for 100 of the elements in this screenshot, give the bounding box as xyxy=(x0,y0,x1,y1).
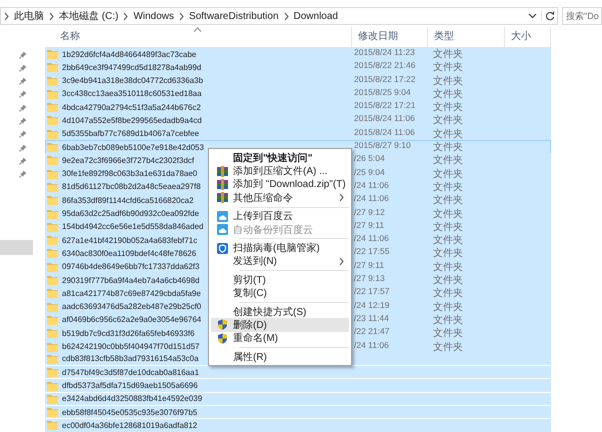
folder-icon xyxy=(47,62,58,72)
pin-icon[interactable] xyxy=(18,50,26,58)
file-name: ec00df04a36bfe128681019a6adfa812 xyxy=(62,420,198,430)
folder-icon xyxy=(47,128,58,139)
file-row[interactable]: d7547bf49c3d5f87de10dcab0a816aa1 xyxy=(45,366,551,380)
file-type: 文件夹 xyxy=(433,262,463,273)
file-name: aadc63693476d5a282eb487e29b25cf0 xyxy=(62,302,202,312)
search-field[interactable]: 搜索"Do xyxy=(562,7,602,25)
folder-icon xyxy=(47,248,58,258)
menu-item[interactable]: 剪切(T) xyxy=(211,273,349,287)
menu-item[interactable]: 其他压缩命令 xyxy=(211,191,349,205)
file-type: 文件夹 xyxy=(433,288,463,300)
folder-icon xyxy=(47,142,58,152)
folder-icon xyxy=(47,235,58,246)
breadcrumb[interactable]: 本地磁盘 (C:) xyxy=(59,9,118,23)
modified-date: /24 12:19 xyxy=(354,300,390,310)
chevron-icon xyxy=(122,12,130,20)
modified-date: 2015/8/24 11:06 xyxy=(354,113,415,124)
pin-icon[interactable] xyxy=(18,130,26,138)
modified-date: /23 11:44 xyxy=(354,312,389,323)
pin-icon[interactable] xyxy=(18,116,26,125)
file-row[interactable]: dfbd5373af5dfa715d69aeb1505a6696 xyxy=(45,379,551,393)
file-type: 文件夹 xyxy=(433,49,463,60)
folder-icon xyxy=(47,407,58,418)
folder-icon xyxy=(47,328,58,338)
pin-icon[interactable] xyxy=(18,104,26,112)
file-name: dfbd5373af5dfa715d69aeb1505a6696 xyxy=(62,381,198,390)
folder-icon xyxy=(47,394,58,404)
file-type: 文件夹 xyxy=(433,115,463,126)
file-name: 4d1047a552e5f8be299565edadb9a4cd xyxy=(62,116,202,125)
books-icon xyxy=(216,178,228,190)
folder-icon xyxy=(47,222,58,232)
file-name: 2bb649ce3f947499cd5d18278a4ab99d xyxy=(62,62,202,72)
modified-date: /24 11:06 xyxy=(354,180,389,190)
shield-icon xyxy=(216,319,228,330)
file-name: 290319f777b6a9f4a4eb7a4a6cb4698d xyxy=(62,276,200,285)
folder-icon xyxy=(47,49,58,59)
file-row[interactable]: e3424abd6d4d3250883fb41e4592e039 xyxy=(45,392,551,406)
menu-item[interactable]: 添加到 "Download.zip"(T) xyxy=(211,178,349,192)
pin-icon[interactable] xyxy=(18,156,26,165)
breadcrumb[interactable]: 此电脑 xyxy=(14,9,44,23)
file-name: af0469b6c956c62a2e9a0e3054e96764 xyxy=(62,315,202,324)
file-name: ebb58f8f45045e0535c935e3076f97b5 xyxy=(62,408,198,417)
menu-item[interactable]: 删除(D) xyxy=(211,318,349,332)
file-name: 1b292d6fcf4a4d84664489f3ac73cabe xyxy=(62,50,196,58)
folder-icon xyxy=(47,195,58,206)
modified-date: /27 9:11 xyxy=(354,260,384,270)
modified-date: /26 5:04 xyxy=(354,153,385,164)
modified-date: /24 11:06 xyxy=(354,340,389,350)
file-type: 文件夹 xyxy=(433,102,463,114)
menu-item[interactable]: 复制(C) xyxy=(211,286,349,300)
refresh-icon[interactable] xyxy=(541,11,555,21)
file-name: 30fe1fe892f98c063b3a1e631da78ae0 xyxy=(62,169,198,178)
shield-icon xyxy=(216,242,228,254)
address-bar[interactable]: 此电脑 本地磁盘 (C:) Windows SoftwareDistribution Download xyxy=(0,7,558,25)
folder-icon xyxy=(47,354,58,364)
pin-icon[interactable] xyxy=(18,64,26,72)
file-type: 文件夹 xyxy=(433,208,463,220)
file-row[interactable]: 4d1047a552e5f8be299565edadb9a4cd 2015/8/24 11:06 文件夹 xyxy=(45,113,551,128)
file-type: 文件夹 xyxy=(433,88,463,100)
file-row[interactable]: ec00df04a36bfe128681019a6adfa812 xyxy=(45,419,551,432)
file-type: 文件夹 xyxy=(433,76,463,87)
breadcrumb[interactable]: Download xyxy=(294,10,338,22)
breadcrumb[interactable]: Windows xyxy=(133,10,174,22)
dropdown-icon[interactable] xyxy=(528,13,537,19)
cloud-icon xyxy=(216,210,228,222)
folder-icon xyxy=(47,115,58,126)
pin-icon[interactable] xyxy=(18,77,26,86)
nav-highlight xyxy=(0,240,33,255)
pin-icon[interactable] xyxy=(18,144,26,152)
folder-icon xyxy=(47,102,58,112)
modified-date: 2015/8/22 17:21 xyxy=(354,100,416,110)
file-name: 86fa353df89f1144cfd6ca5166820ca2 xyxy=(62,196,194,205)
folder-icon xyxy=(47,314,58,325)
file-row[interactable]: ebb58f8f45045e0535c935e3076f97b5 xyxy=(45,406,551,420)
modified-date: 2015/8/24 11:23 xyxy=(354,47,415,57)
pin-icon[interactable] xyxy=(18,170,26,178)
file-name: 81d5d61127bc08b2d2a48c5eaea297f8 xyxy=(62,182,201,192)
menu-item[interactable]: 创建快捷方式(S) xyxy=(211,304,349,318)
modified-date: /27 9:12 xyxy=(354,206,385,217)
folder-icon xyxy=(47,420,58,430)
file-type: 文件夹 xyxy=(433,248,463,260)
file-type: 文件夹 xyxy=(433,342,463,353)
breadcrumb[interactable]: SoftwareDistribution xyxy=(189,10,279,22)
folder-icon xyxy=(47,168,58,179)
folder-icon xyxy=(47,262,58,272)
chevron-icon xyxy=(48,12,55,20)
folder-icon xyxy=(47,88,58,99)
file-name: 5d5355bafb77c7689d1b4067a7cebfee xyxy=(62,129,200,138)
file-type: 文件夹 xyxy=(433,314,463,326)
file-row[interactable]: 2bb649ce3f947499cd5d18278a4ab99d 2015/8/22 21:46 文件夹 xyxy=(45,60,551,76)
folder-icon xyxy=(47,342,58,352)
file-name: 95da63d2c25adf6b90d932c0ea092fde xyxy=(62,209,200,218)
pin-icon[interactable] xyxy=(18,90,26,98)
menu-item[interactable]: 发送到(N) xyxy=(211,254,349,268)
file-type: 文件夹 xyxy=(433,195,463,206)
menu-item[interactable]: 扫描病毒(电脑管家) xyxy=(211,241,349,255)
folder-icon xyxy=(47,380,58,391)
file-type: 文件夹 xyxy=(433,328,463,340)
file-name: 3c9e4b941a318e38dc04772cd6336a3b xyxy=(62,76,204,86)
